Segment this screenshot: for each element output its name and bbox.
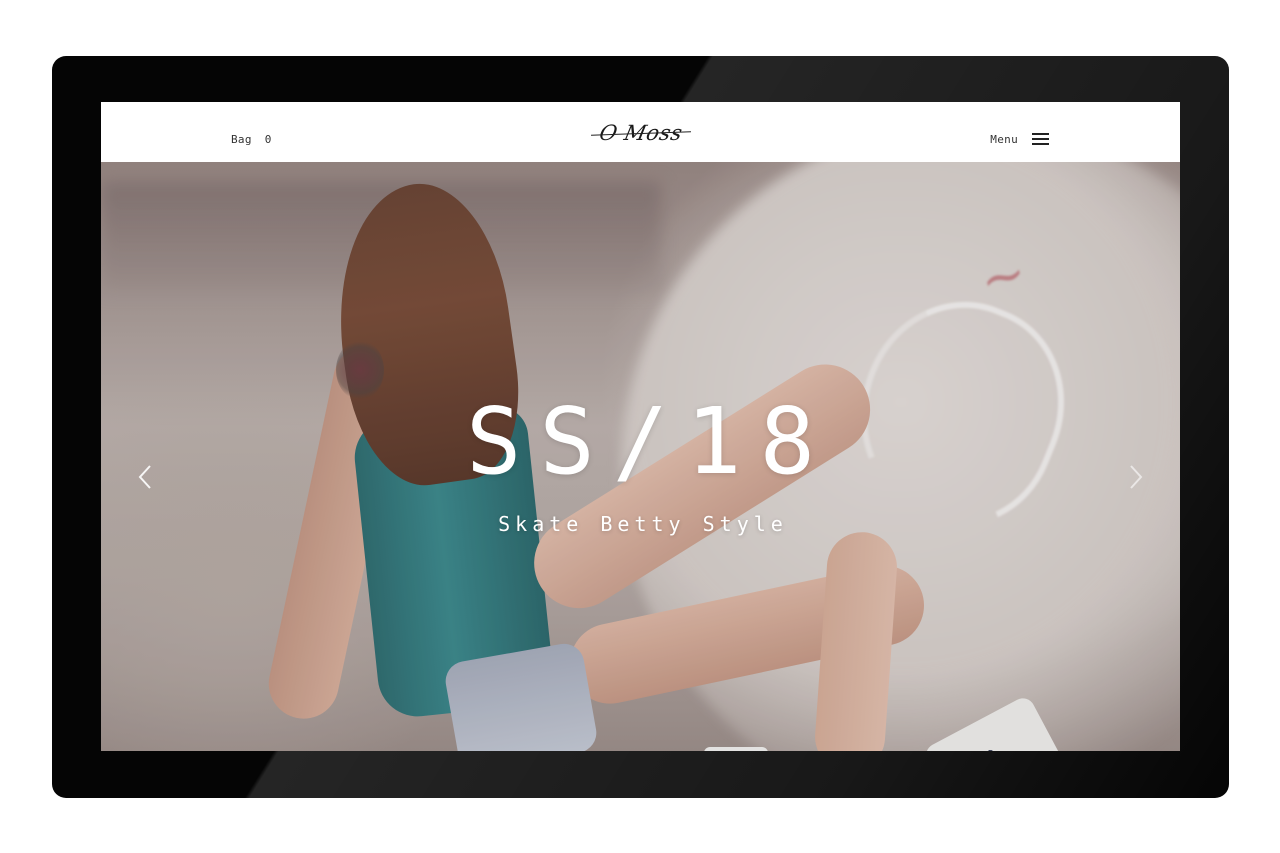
- chevron-left-icon: [138, 465, 151, 489]
- website-screen: Bag 0 O Moss Menu ~ active: [101, 102, 1180, 751]
- hero-slider: ~ active active SS/18 Skate Betty Style: [101, 162, 1180, 751]
- shopping-bag-link[interactable]: Bag 0: [231, 133, 272, 146]
- bag-count: 0: [264, 133, 272, 146]
- hamburger-icon: [1032, 132, 1049, 145]
- hero-subtitle: Skate Betty Style: [498, 512, 788, 536]
- hero-title: SS/18: [466, 388, 833, 495]
- top-navigation-bar: Bag 0 O Moss Menu: [101, 102, 1180, 162]
- slider-prev-button[interactable]: [131, 462, 161, 492]
- bag-label: Bag: [231, 133, 252, 146]
- menu-button[interactable]: Menu: [990, 130, 1049, 146]
- brand-logo[interactable]: O Moss: [589, 113, 693, 153]
- chevron-right-icon: [1130, 465, 1143, 489]
- menu-label: Menu: [990, 133, 1018, 146]
- slider-next-button[interactable]: [1120, 462, 1150, 492]
